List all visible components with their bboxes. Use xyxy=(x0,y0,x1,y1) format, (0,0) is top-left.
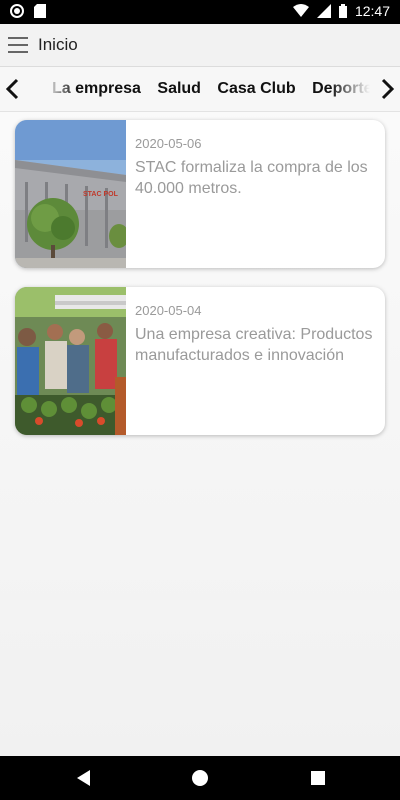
news-title: Una empresa creativa: Productos manufact… xyxy=(135,326,373,364)
news-card[interactable]: 2020-05-04 Una empresa creativa: Product… xyxy=(15,287,385,435)
status-bar: 12:47 xyxy=(0,0,400,24)
recents-square-icon[interactable] xyxy=(308,768,328,788)
back-triangle-icon[interactable] xyxy=(74,768,94,788)
tabs-fade-left xyxy=(46,67,76,111)
news-date: 2020-05-06 xyxy=(135,136,202,151)
news-title: STAC formaliza la compra de los 40.000 m… xyxy=(135,159,368,197)
news-thumbnail-building: STAC POL xyxy=(15,120,126,268)
tabs-scroller[interactable]: La empresa Salud Casa Club Deportes xyxy=(46,67,370,111)
news-list: STAC POL 2020-05-06 STAC formaliza la co… xyxy=(0,112,400,756)
tab-casa-club[interactable]: Casa Club xyxy=(217,67,295,111)
page-title: Inicio xyxy=(38,35,78,54)
tabs-fade-right xyxy=(330,67,370,111)
signal-icon xyxy=(316,4,331,18)
system-nav-bar xyxy=(0,756,400,800)
notification-circle-icon xyxy=(10,4,24,18)
hamburger-menu-icon[interactable] xyxy=(8,37,28,53)
news-date: 2020-05-04 xyxy=(135,303,202,318)
app-bar: Inicio xyxy=(0,24,400,67)
tab-salud[interactable]: Salud xyxy=(157,67,201,111)
news-card[interactable]: STAC POL 2020-05-06 STAC formaliza la co… xyxy=(15,120,385,268)
sd-card-icon xyxy=(34,4,46,18)
wifi-icon xyxy=(292,4,309,17)
battery-icon xyxy=(338,4,347,18)
status-time: 12:47 xyxy=(354,3,390,19)
home-circle-icon[interactable] xyxy=(190,768,210,788)
news-thumbnail-market xyxy=(15,287,126,435)
chevron-left-icon[interactable] xyxy=(2,77,26,101)
category-tabs: La empresa Salud Casa Club Deportes xyxy=(0,67,400,112)
chevron-right-icon[interactable] xyxy=(374,77,398,101)
building-sign: STAC POL xyxy=(83,191,119,198)
